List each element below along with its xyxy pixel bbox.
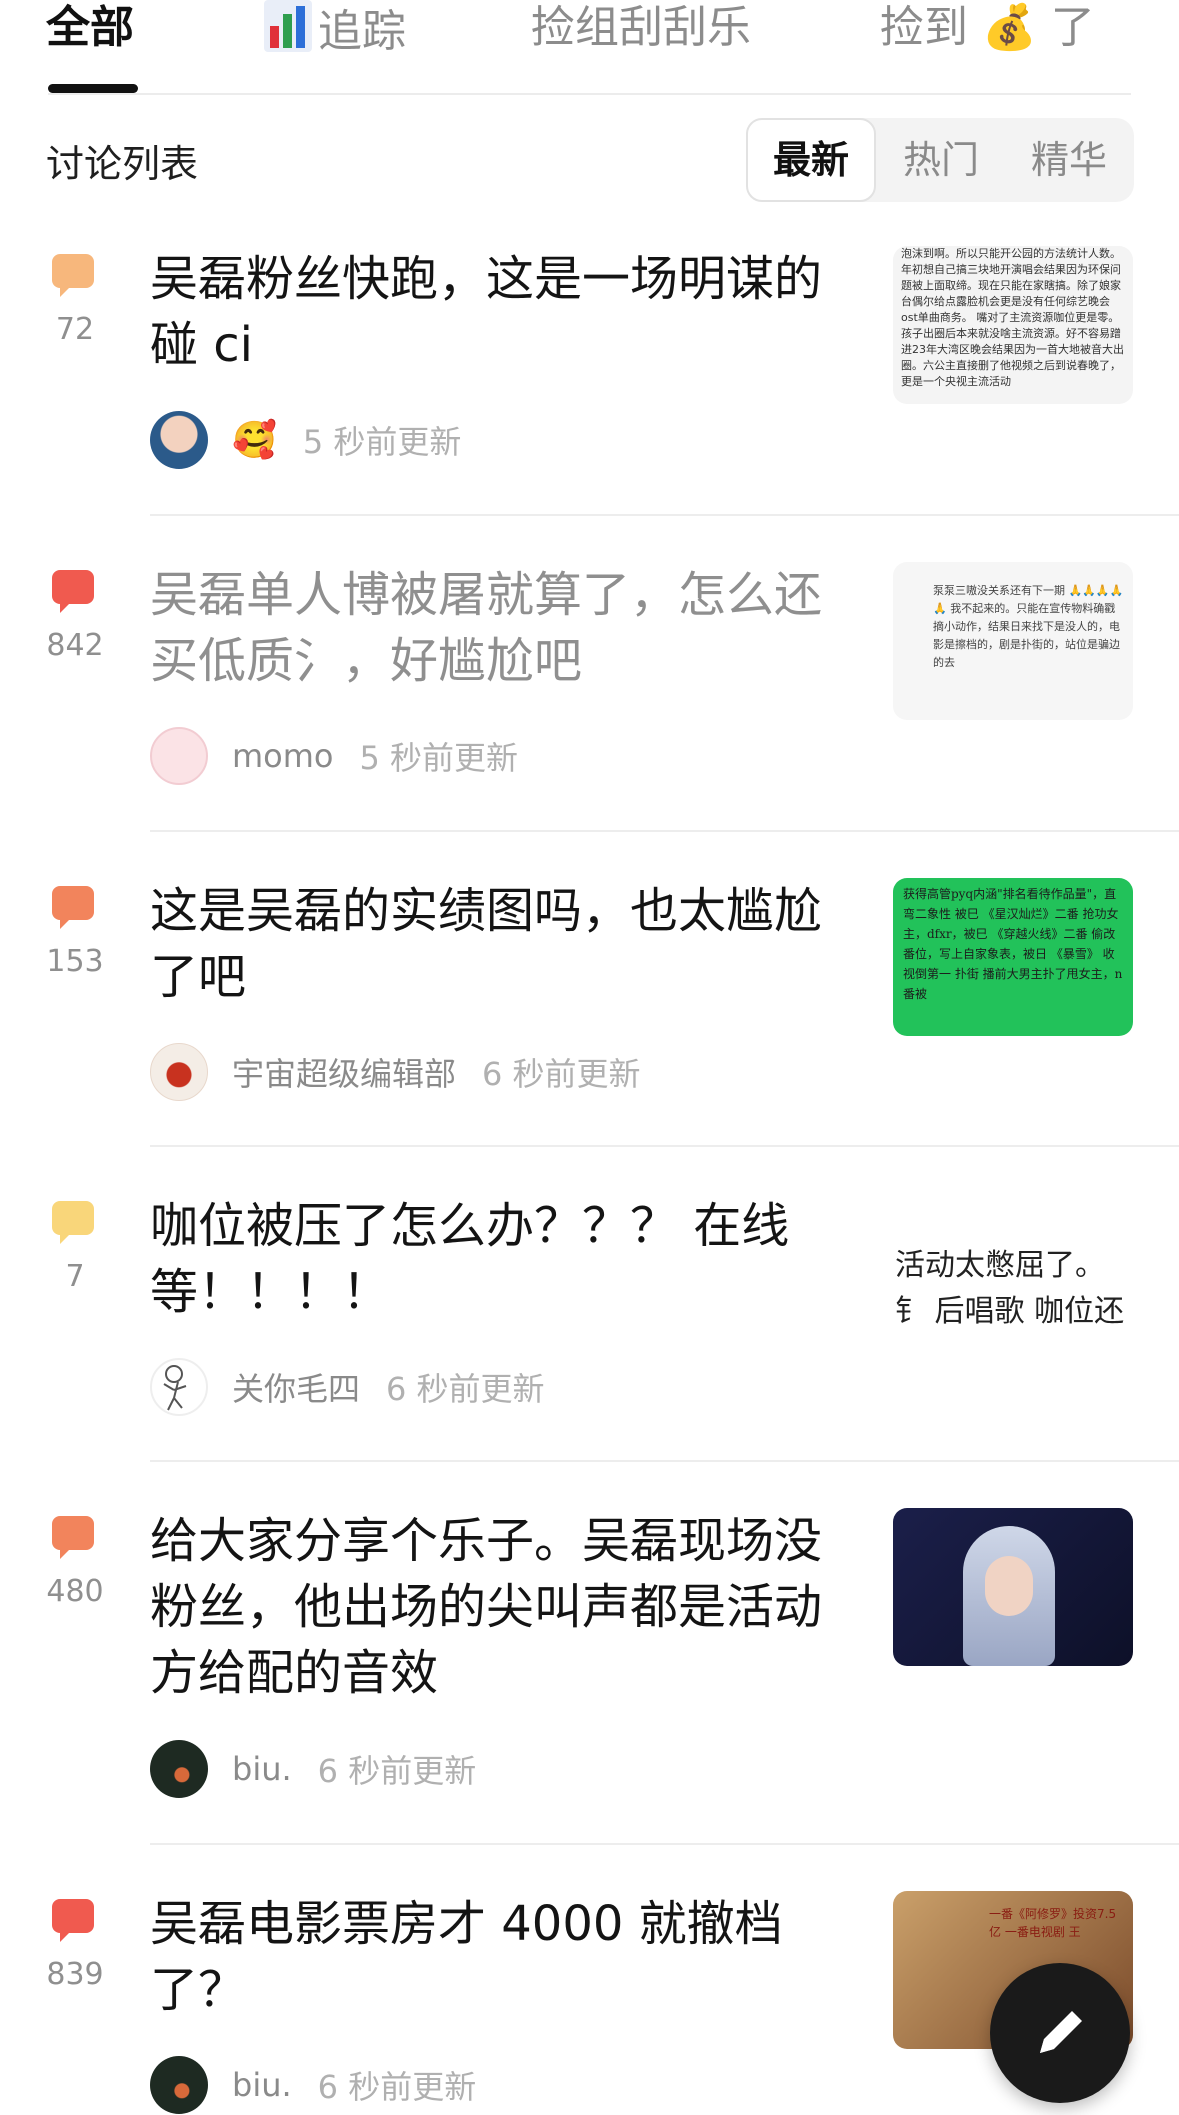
list-item[interactable]: 842 吴磊单人博被屠就算了，怎么还买低质氵，好尴尬吧 momo 5 秒前更新 …	[0, 552, 1179, 830]
post-title: 吴磊粉丝快跑，这是一场明谋的碰 ci	[150, 251, 823, 373]
update-time: 6 秒前更新	[386, 1370, 545, 1408]
post-title: 这是吴磊的实绩图吗，也太尴尬了吧	[150, 883, 823, 1005]
tab-tracking-label: 追踪	[318, 6, 406, 57]
author-name: momo	[232, 737, 334, 775]
comment-count: 72	[55, 312, 95, 347]
divider	[150, 514, 1179, 516]
comment-count: 842	[46, 628, 104, 663]
post-title: 咖位被压了怎么办？？？ 在线等！！！！	[150, 1198, 790, 1320]
comment-bubble-icon	[52, 1516, 94, 1559]
post-meta: biu. 6 秒前更新	[150, 1739, 476, 1799]
author-name: 关你毛四	[232, 1370, 361, 1408]
sort-latest-button[interactable]: 最新	[746, 118, 876, 202]
post-thumbnail[interactable]	[893, 1508, 1133, 1666]
bar-chart-icon	[264, 0, 312, 66]
tab-all[interactable]: 全部	[46, 0, 134, 60]
tab-found-money[interactable]: 捡到 💰 了	[880, 0, 1095, 60]
list-item[interactable]: 153 这是吴磊的实绩图吗，也太尴尬了吧 宇宙超级编辑部 6 秒前更新 获得高管…	[0, 868, 1179, 1146]
divider	[150, 830, 1179, 832]
update-time: 6 秒前更新	[317, 2068, 477, 2106]
author-name: biu.	[232, 1750, 292, 1788]
comment-count: 480	[46, 1574, 104, 1609]
top-tab-bar: 全部 追踪 捡组刮刮乐 捡到 💰 了	[0, 0, 1179, 94]
post-meta: 🥰 5 秒前更新	[150, 410, 461, 470]
post-thumbnail[interactable]: 泵泵三嗷没关系还有下一期 🙏🙏🙏🙏🙏 我不起来的。只能在宣传物料确戳摘小动作，结…	[893, 562, 1133, 720]
post-title: 吴磊单人博被屠就算了，怎么还买低质氵，好尴尬吧	[150, 567, 823, 689]
comment-count: 7	[65, 1259, 85, 1294]
avatar[interactable]	[150, 1740, 208, 1798]
author-emoji: 🥰	[232, 420, 277, 461]
sort-featured-button[interactable]: 精华	[1004, 118, 1134, 202]
tab-tracking[interactable]: 追踪	[264, 0, 406, 60]
list-item[interactable]: 72 吴磊粉丝快跑，这是一场明谋的碰 ci 🥰 5 秒前更新 泡沫到啊。所以只能…	[0, 236, 1179, 514]
section-title: 讨论列表	[46, 142, 199, 186]
thumbnail-text: 一番《阿修罗》投资7.5亿 一番电视剧 王	[989, 1907, 1117, 1939]
thumbnail-text: 泡沫到啊。所以只能开公园的方法统计人数。年初想自己搞三块地开演唱会结果因为环保问…	[901, 247, 1124, 388]
list-item[interactable]: 7 咖位被压了怎么办？？？ 在线等！！！！ 关你毛四 6 秒前更新 活动太憋屈了…	[0, 1183, 1179, 1461]
post-meta: momo 5 秒前更新	[150, 726, 518, 786]
sort-segmented-control: 最新 热门 精华	[746, 118, 1134, 202]
thumbnail-face	[985, 1556, 1033, 1616]
avatar[interactable]	[150, 1358, 208, 1416]
divider	[150, 1145, 1179, 1147]
money-bag-icon: 💰	[982, 2, 1037, 53]
pen-icon	[1026, 1999, 1094, 2071]
post-title: 吴磊电影票房才 4000 就撤档了？	[150, 1896, 783, 2018]
list-item[interactable]: 480 给大家分享个乐子。吴磊现场没粉丝，他出场的尖叫声都是活动方给配的音效 b…	[0, 1498, 1179, 1843]
update-time: 6 秒前更新	[317, 1752, 477, 1790]
sort-hot-button[interactable]: 热门	[876, 118, 1006, 202]
compose-button[interactable]	[990, 1963, 1130, 2103]
tab-scratch-card[interactable]: 捡组刮刮乐	[531, 0, 751, 60]
tab-found-label-a: 捡到	[880, 2, 968, 53]
thumbnail-text: 获得高管pyq内涵"排名看待作品量"，直弯二象性 被巳 《星汉灿烂》二番 抢功女…	[903, 887, 1123, 1001]
post-meta: 宇宙超级编辑部 6 秒前更新	[150, 1042, 641, 1102]
post-title: 给大家分享个乐子。吴磊现场没粉丝，他出场的尖叫声都是活动方给配的音效	[150, 1513, 823, 1701]
thumbnail-text: 泵泵三嗷没关系还有下一期 🙏🙏🙏🙏🙏 我不起来的。只能在宣传物料确戳摘小动作，结…	[933, 584, 1124, 669]
post-thumbnail[interactable]: 活动太憋屈了。钅 后唱歌 咖位还一	[893, 1193, 1133, 1351]
active-tab-indicator	[48, 84, 138, 93]
divider	[150, 1460, 1179, 1462]
comment-count: 839	[46, 1957, 104, 1992]
comment-bubble-icon	[52, 254, 94, 297]
post-thumbnail[interactable]: 获得高管pyq内涵"排名看待作品量"，直弯二象性 被巳 《星汉灿烂》二番 抢功女…	[893, 878, 1133, 1036]
author-name: 宇宙超级编辑部	[232, 1055, 457, 1093]
comment-bubble-icon	[52, 886, 94, 929]
update-time: 6 秒前更新	[482, 1055, 641, 1093]
comment-count: 153	[46, 944, 104, 979]
tab-divider	[48, 93, 1131, 95]
comment-bubble-icon	[52, 1201, 94, 1244]
thumbnail-text: 活动太憋屈了。钅 后唱歌 咖位还一	[895, 1248, 1125, 1351]
author-name: biu.	[232, 2066, 292, 2104]
divider	[150, 1843, 1179, 1845]
update-time: 5 秒前更新	[302, 423, 462, 461]
avatar[interactable]	[150, 411, 208, 469]
avatar[interactable]	[150, 727, 208, 785]
post-thumbnail[interactable]: 泡沫到啊。所以只能开公园的方法统计人数。年初想自己搞三块地开演唱会结果因为环保问…	[893, 246, 1133, 404]
post-meta: biu. 6 秒前更新	[150, 2055, 476, 2115]
post-meta: 关你毛四 6 秒前更新	[150, 1357, 545, 1417]
avatar[interactable]	[150, 1043, 208, 1101]
comment-bubble-icon	[52, 570, 94, 613]
update-time: 5 秒前更新	[359, 739, 519, 777]
avatar[interactable]	[150, 2056, 208, 2114]
tab-found-label-b: 了	[1050, 2, 1095, 53]
comment-bubble-icon	[52, 1899, 94, 1942]
